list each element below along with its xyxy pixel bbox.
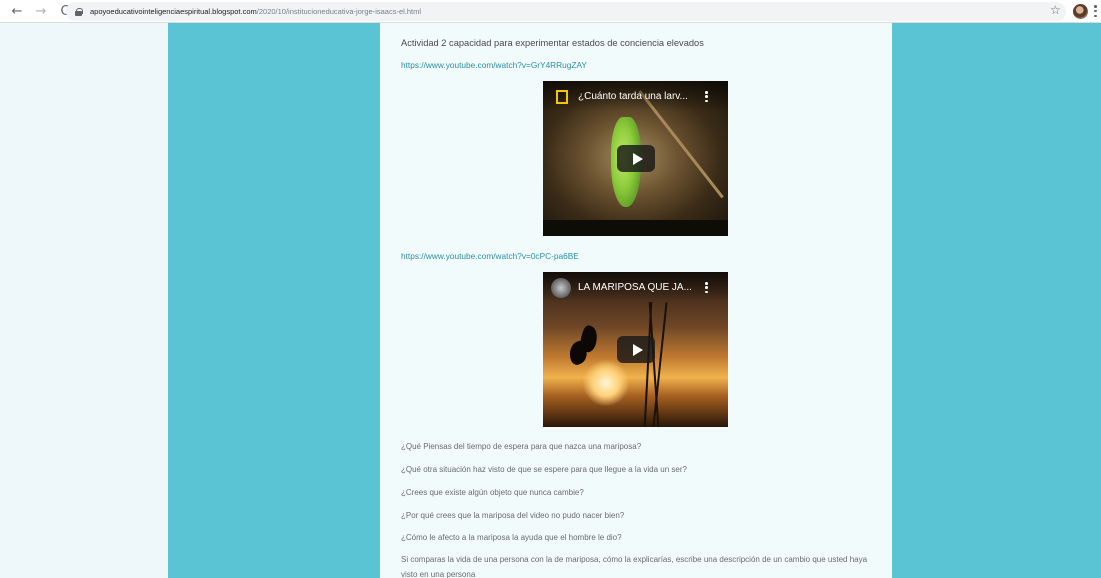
video-more-icon[interactable] xyxy=(705,91,708,102)
video-more-icon[interactable] xyxy=(705,282,708,293)
question-3: ¿Crees que existe algún objeto que nunca… xyxy=(401,488,584,497)
natgeo-channel-icon[interactable] xyxy=(556,90,568,104)
back-icon[interactable]: ← xyxy=(9,3,25,19)
url-path: /2020/10/institucioneducativa-jorge-isaa… xyxy=(256,7,422,16)
browser-menu-icon[interactable] xyxy=(1094,5,1097,17)
browser-toolbar: ← → C apoyoeducativointeligenciaespiritu… xyxy=(0,0,1101,23)
question-2: ¿Qué otra situación haz visto de que se … xyxy=(401,465,687,474)
lock-icon[interactable] xyxy=(75,7,83,16)
video-title-1[interactable]: ¿Cuánto tarda una larv... xyxy=(578,91,688,102)
youtube-link-2[interactable]: https://www.youtube.com/watch?v=0cPC-pa6… xyxy=(401,251,579,261)
address-bar[interactable]: apoyoeducativointeligenciaespiritual.blo… xyxy=(66,2,1066,21)
youtube-link-1[interactable]: https://www.youtube.com/watch?v=GrY4RRug… xyxy=(401,60,587,70)
play-button-icon[interactable] xyxy=(617,145,655,172)
left-side-band xyxy=(168,23,380,578)
video-title-2[interactable]: LA MARIPOSA QUE JA... xyxy=(578,282,692,293)
bookmark-star-icon[interactable]: ☆ xyxy=(1050,3,1061,17)
question-6: Si comparas la vida de una persona con l… xyxy=(401,555,868,578)
url-host: apoyoeducativointeligenciaespiritual.blo… xyxy=(90,7,257,16)
question-1: ¿Qué Piensas del tiempo de espera para q… xyxy=(401,442,642,451)
url-text[interactable]: apoyoeducativointeligenciaespiritual.blo… xyxy=(90,7,421,16)
play-button-icon[interactable] xyxy=(617,336,655,363)
question-4: ¿Por qué crees que la mariposa del video… xyxy=(401,511,625,520)
youtube-embed-2[interactable]: LA MARIPOSA QUE JA... xyxy=(543,272,728,427)
channel-avatar-icon[interactable] xyxy=(551,278,571,298)
youtube-embed-1[interactable]: ¿Cuánto tarda una larv... xyxy=(543,81,728,236)
activity-heading: Actividad 2 capacidad para experimentar … xyxy=(401,38,704,48)
profile-avatar[interactable] xyxy=(1073,4,1088,19)
right-side-band xyxy=(892,23,1101,578)
question-5: ¿Cómo le afecto a la mariposa la ayuda q… xyxy=(401,533,622,542)
sun-shape xyxy=(583,360,629,406)
forward-icon[interactable]: → xyxy=(33,3,49,19)
